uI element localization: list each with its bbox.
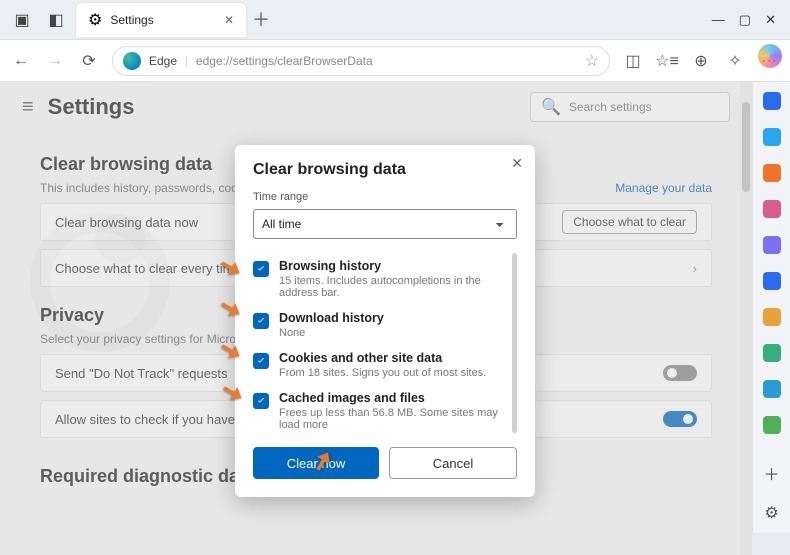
address-bar[interactable]: Edge | edge://settings/clearBrowserData … [112, 46, 610, 76]
rail-app-10[interactable] [763, 416, 781, 434]
rail-app-2[interactable] [763, 128, 781, 146]
refresh-button[interactable]: ⟳ [78, 51, 100, 71]
favorite-icon[interactable]: ☆ [585, 51, 599, 71]
rail-app-4[interactable] [763, 200, 781, 218]
rail-settings-icon[interactable]: ⚙ [764, 503, 778, 523]
option-title: Download history [279, 311, 384, 325]
clear-option-1[interactable]: Download history None [253, 305, 507, 345]
rail-app-8[interactable] [763, 344, 781, 362]
dialog-title: Clear browsing data [253, 161, 517, 179]
back-button[interactable]: ← [10, 52, 32, 70]
option-sub: From 18 sites. Signs you out of most sit… [279, 367, 486, 379]
collections-icon[interactable]: ⊕ [690, 51, 712, 71]
gear-icon: ⚙ [88, 10, 102, 30]
app-rail: ＋ ⚙ [752, 82, 790, 533]
address-url: edge://settings/clearBrowserData [196, 54, 373, 68]
workspaces-icon[interactable]: ◧ [42, 6, 70, 34]
rail-app-6[interactable] [763, 272, 781, 290]
rail-app-5[interactable] [763, 236, 781, 254]
split-screen-icon[interactable]: ◫ [622, 51, 644, 71]
checkbox-icon[interactable] [253, 353, 269, 369]
extensions-icon[interactable]: ✧ [724, 51, 746, 71]
close-tab-icon[interactable]: ✕ [224, 13, 234, 27]
clear-option-2[interactable]: Cookies and other site data From 18 sites… [253, 345, 507, 385]
dialog-close-button[interactable]: ✕ [511, 155, 523, 172]
checkbox-icon[interactable] [253, 393, 269, 409]
rail-app-9[interactable] [763, 380, 781, 398]
favorites-icon[interactable]: ☆≡ [656, 51, 678, 71]
close-window-button[interactable]: ✕ [765, 12, 776, 28]
option-sub: Frees up less than 56.8 MB. Some sites m… [279, 407, 507, 431]
option-title: Cookies and other site data [279, 351, 486, 365]
forward-button: → [44, 52, 66, 70]
tab-title: Settings [110, 13, 216, 27]
option-title: Cached images and files [279, 391, 507, 405]
edge-logo-icon [123, 52, 141, 70]
browser-tab[interactable]: ⚙ Settings ✕ [76, 3, 246, 37]
option-sub: None [279, 327, 384, 339]
checkbox-icon[interactable] [253, 313, 269, 329]
time-range-label: Time range [253, 191, 517, 203]
rail-app-1[interactable] [763, 92, 781, 110]
address-vendor: Edge [149, 54, 177, 68]
rail-app-7[interactable] [763, 308, 781, 326]
tab-overview-icon[interactable]: ▣ [8, 6, 36, 34]
clear-option-3[interactable]: Cached images and files Frees up less tha… [253, 385, 507, 433]
copilot-icon[interactable] [758, 44, 782, 68]
option-title: Browsing history [279, 259, 507, 273]
clear-data-dialog: ✕ Clear browsing data Time range All tim… [235, 145, 535, 497]
checkbox-icon[interactable] [253, 261, 269, 277]
time-range-select[interactable]: All time [253, 209, 517, 239]
maximize-button[interactable]: ▢ [739, 12, 751, 28]
cancel-button[interactable]: Cancel [389, 447, 517, 479]
rail-add-icon[interactable]: ＋ [763, 461, 779, 485]
minimize-button[interactable]: — [712, 12, 725, 28]
new-tab-button[interactable]: ＋ [252, 6, 280, 34]
rail-app-3[interactable] [763, 164, 781, 182]
option-sub: 15 items. Includes autocompletions in th… [279, 275, 507, 299]
clear-option-0[interactable]: Browsing history 15 items. Includes autoc… [253, 253, 507, 305]
